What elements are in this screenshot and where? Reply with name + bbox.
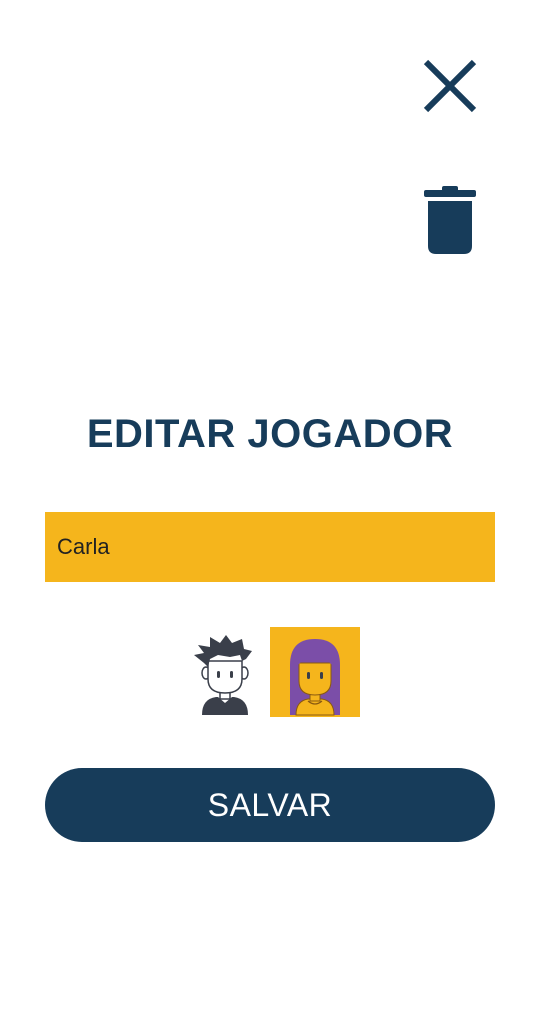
player-name-input[interactable] (45, 512, 495, 582)
avatar-option-male[interactable] (180, 627, 270, 717)
male-avatar-icon (194, 635, 252, 715)
trash-icon (424, 186, 476, 254)
save-button[interactable]: SALVAR (45, 768, 495, 842)
page-title: EDITAR JOGADOR (86, 412, 454, 456)
delete-button[interactable] (420, 184, 480, 256)
female-avatar-icon (290, 639, 340, 716)
close-button[interactable] (420, 56, 480, 116)
avatar-option-female[interactable] (270, 627, 360, 717)
close-icon (423, 59, 477, 113)
